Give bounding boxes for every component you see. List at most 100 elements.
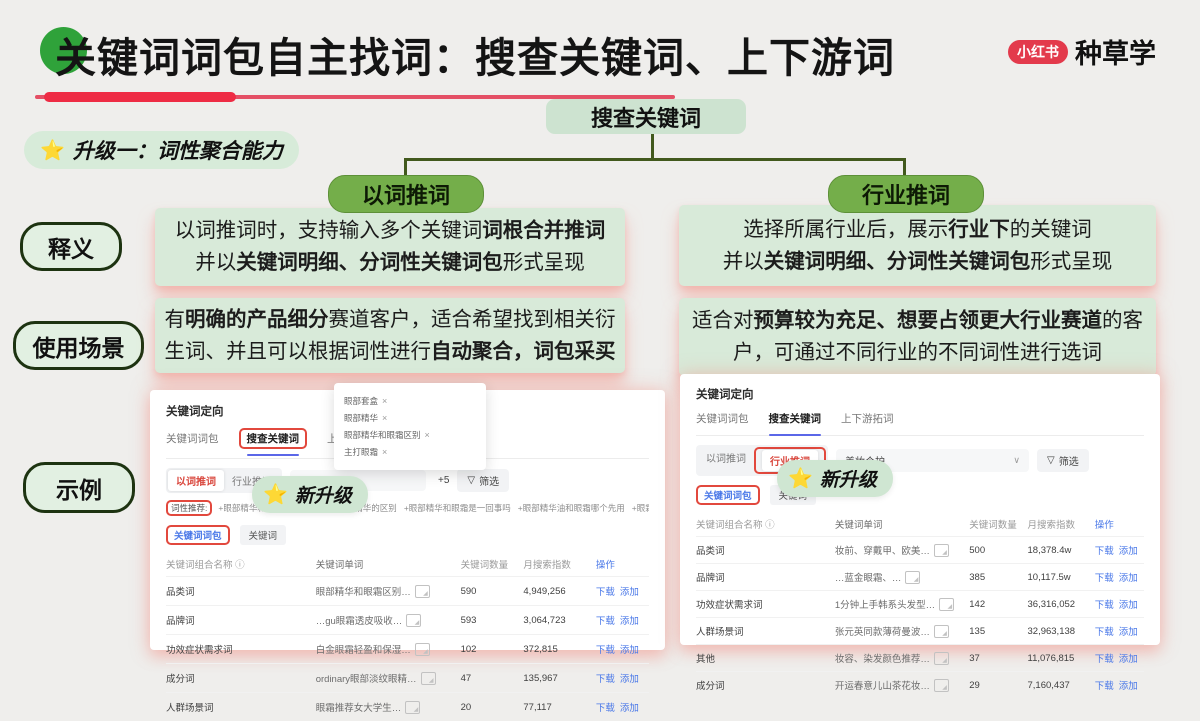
tab-keyword-package[interactable]: 关键词词包 xyxy=(166,431,219,446)
image-icon: ◢ xyxy=(934,679,949,692)
controls-row: 以词推词 行业推词 眼霜 ⊗ +5 ▽ 筛选 xyxy=(166,468,649,493)
download-link[interactable]: 下载 xyxy=(596,642,615,656)
close-icon[interactable]: × xyxy=(382,396,387,406)
popup-tag-label: 眼部套盒 xyxy=(344,395,378,407)
popup-tag-label: 眼部精华 xyxy=(344,412,378,424)
keyword-table: 关键词组合名称 ⓘ 关键词单词 关键词数量 月搜索指数 操作 品类词 眼部精华和… xyxy=(166,554,649,721)
download-link[interactable]: 下载 xyxy=(1095,678,1114,692)
cell-group-name: 品类词 xyxy=(696,543,835,557)
cell-words: 妆容、染发颜色推荐…◢ xyxy=(835,651,969,665)
brand-logo: 小红书 种草学 xyxy=(1008,32,1156,71)
subtab-keyword-package[interactable]: 关键词词包 xyxy=(174,528,222,542)
cell-index: 18,378.4w xyxy=(1028,545,1095,556)
download-link[interactable]: 下载 xyxy=(596,613,615,627)
cell-index: 10,117.5w xyxy=(1028,572,1095,583)
tag-overflow-popup: 眼部套盒 × 眼部精华 × 眼部精华和眼霜区别 × 主打眼霜 × xyxy=(334,383,486,470)
more-tags-count[interactable]: +5 xyxy=(438,475,449,486)
tab-updownstream[interactable]: 上下游拓词 xyxy=(841,411,894,426)
download-link[interactable]: 下载 xyxy=(1095,651,1114,665)
add-link[interactable]: 添加 xyxy=(1119,570,1138,584)
annotation-box: 关键词词包 xyxy=(696,485,760,505)
filter-icon: ▽ xyxy=(1047,455,1055,466)
add-link[interactable]: 添加 xyxy=(620,584,639,598)
subtabs-row: 关键词词包 关键词 xyxy=(166,525,649,545)
subtab-keyword-package[interactable]: 关键词词包 xyxy=(704,488,752,502)
add-link[interactable]: 添加 xyxy=(620,642,639,656)
cell-words: 眼部精华和眼霜区别…◢ xyxy=(316,584,461,598)
add-link[interactable]: 添加 xyxy=(1119,678,1138,692)
add-link[interactable]: 添加 xyxy=(1119,543,1138,557)
cell-words: …gu眼霜透皮吸收…◢ xyxy=(316,613,461,627)
header-words: 关键词单词 xyxy=(316,557,461,571)
add-link[interactable]: 添加 xyxy=(1119,651,1138,665)
add-link[interactable]: 添加 xyxy=(620,671,639,685)
cell-index: 372,815 xyxy=(523,644,595,655)
cell-count: 500 xyxy=(969,545,1027,556)
close-icon[interactable]: × xyxy=(425,430,430,440)
close-icon[interactable]: × xyxy=(382,447,387,457)
brand-logo-text: 种草学 xyxy=(1075,32,1156,71)
cell-index: 11,076,815 xyxy=(1028,653,1095,664)
row-label-example: 示例 xyxy=(23,462,135,513)
image-icon: ◢ xyxy=(934,652,949,665)
toggle-word-based[interactable]: 以词推词 xyxy=(698,447,754,474)
close-icon[interactable]: × xyxy=(382,413,387,423)
download-link[interactable]: 下载 xyxy=(596,584,615,598)
root-node-label: 搜查关键词 xyxy=(546,99,746,134)
popup-tag-list: 眼部套盒 × 眼部精华 × 眼部精华和眼霜区别 × 主打眼霜 × xyxy=(344,395,476,458)
header-count: 关键词数量 xyxy=(461,557,524,571)
cell-actions: 下载添加 xyxy=(1095,543,1144,557)
download-link[interactable]: 下载 xyxy=(1095,597,1114,611)
chevron-down-icon: ∨ xyxy=(1013,455,1020,466)
header-index: 月搜索指数 xyxy=(523,557,595,571)
cell-count: 102 xyxy=(461,644,524,655)
pos-tag[interactable]: +眼部精华和眼霜是一回事吗 xyxy=(404,502,511,514)
keyword-table: 关键词组合名称 ⓘ 关键词单词 关键词数量 月搜索指数 操作 品类词 妆前、穿戴… xyxy=(696,514,1144,698)
add-link[interactable]: 添加 xyxy=(620,613,639,627)
add-link[interactable]: 添加 xyxy=(1119,624,1138,638)
popup-tag: 眼部套盒 × xyxy=(344,395,476,407)
header-index: 月搜索指数 xyxy=(1028,517,1095,531)
cell-actions: 下载添加 xyxy=(596,584,649,598)
table-row: 品牌词 …蓝金眼霜、…◢ 385 10,117.5w 下载添加 xyxy=(696,563,1144,590)
filter-button[interactable]: ▽ 筛选 xyxy=(1037,449,1089,472)
add-link[interactable]: 添加 xyxy=(1119,597,1138,611)
download-link[interactable]: 下载 xyxy=(1095,570,1114,584)
cell-count: 590 xyxy=(461,586,524,597)
tab-keyword-package[interactable]: 关键词词包 xyxy=(696,411,749,426)
subtab-keyword[interactable]: 关键词 xyxy=(240,525,287,545)
tab-search-keyword[interactable]: 搜查关键词 xyxy=(769,411,822,426)
pos-tag[interactable]: +眼部精华油和眼霜哪个先用 xyxy=(518,502,625,514)
table-row: 成分词 开运春意儿山茶花妆…◢ 29 7,160,437 下载添加 xyxy=(696,671,1144,698)
cell-words-text: 白金眼霜轻盈和保湿… xyxy=(316,642,411,656)
download-link[interactable]: 下载 xyxy=(1095,543,1114,557)
cell-actions: 下载添加 xyxy=(1095,570,1144,584)
download-link[interactable]: 下载 xyxy=(596,700,615,714)
tab-search-keyword[interactable]: 搜查关键词 xyxy=(247,431,300,446)
filter-button[interactable]: ▽ 筛选 xyxy=(457,469,509,492)
cell-index: 32,963,138 xyxy=(1028,626,1095,637)
download-link[interactable]: 下载 xyxy=(596,671,615,685)
cell-index: 36,316,052 xyxy=(1028,599,1095,610)
cell-index: 135,967 xyxy=(523,673,595,684)
tree-connector xyxy=(651,133,654,161)
download-link[interactable]: 下载 xyxy=(1095,624,1114,638)
cell-words: 眼霜推荐女大学生…◢ xyxy=(316,700,461,714)
xiaohongshu-logo-icon: 小红书 xyxy=(1008,40,1068,64)
branch-button-industry-based[interactable]: 行业推词 xyxy=(828,175,984,213)
branch-button-word-based[interactable]: 以词推词 xyxy=(328,175,484,213)
table-row: 品类词 妆前、穿戴甲、欧美…◢ 500 18,378.4w 下载添加 xyxy=(696,536,1144,563)
add-link[interactable]: 添加 xyxy=(620,700,639,714)
toggle-word-based[interactable]: 以词推词 xyxy=(168,470,224,491)
cell-group-name: 功效症状需求词 xyxy=(696,597,835,611)
annotation-box: 词性推荐: xyxy=(166,500,212,516)
cell-count: 142 xyxy=(969,599,1027,610)
star-icon: ⭐ xyxy=(788,466,813,491)
cell-actions: 下载添加 xyxy=(596,642,649,656)
cell-words: 1分钟上手韩系头发型…◢ xyxy=(835,597,969,611)
image-icon: ◢ xyxy=(415,643,430,656)
pos-tag[interactable]: +眼霜和面霜的区别 xyxy=(632,502,649,514)
scenario-box-left: 有明确的产品细分赛道客户，适合希望找到相关衍生词、并且可以根据词性进行自动聚合，… xyxy=(155,298,625,373)
new-upgrade-badge: ⭐ 新升级 xyxy=(252,476,368,513)
cell-count: 29 xyxy=(969,680,1027,691)
